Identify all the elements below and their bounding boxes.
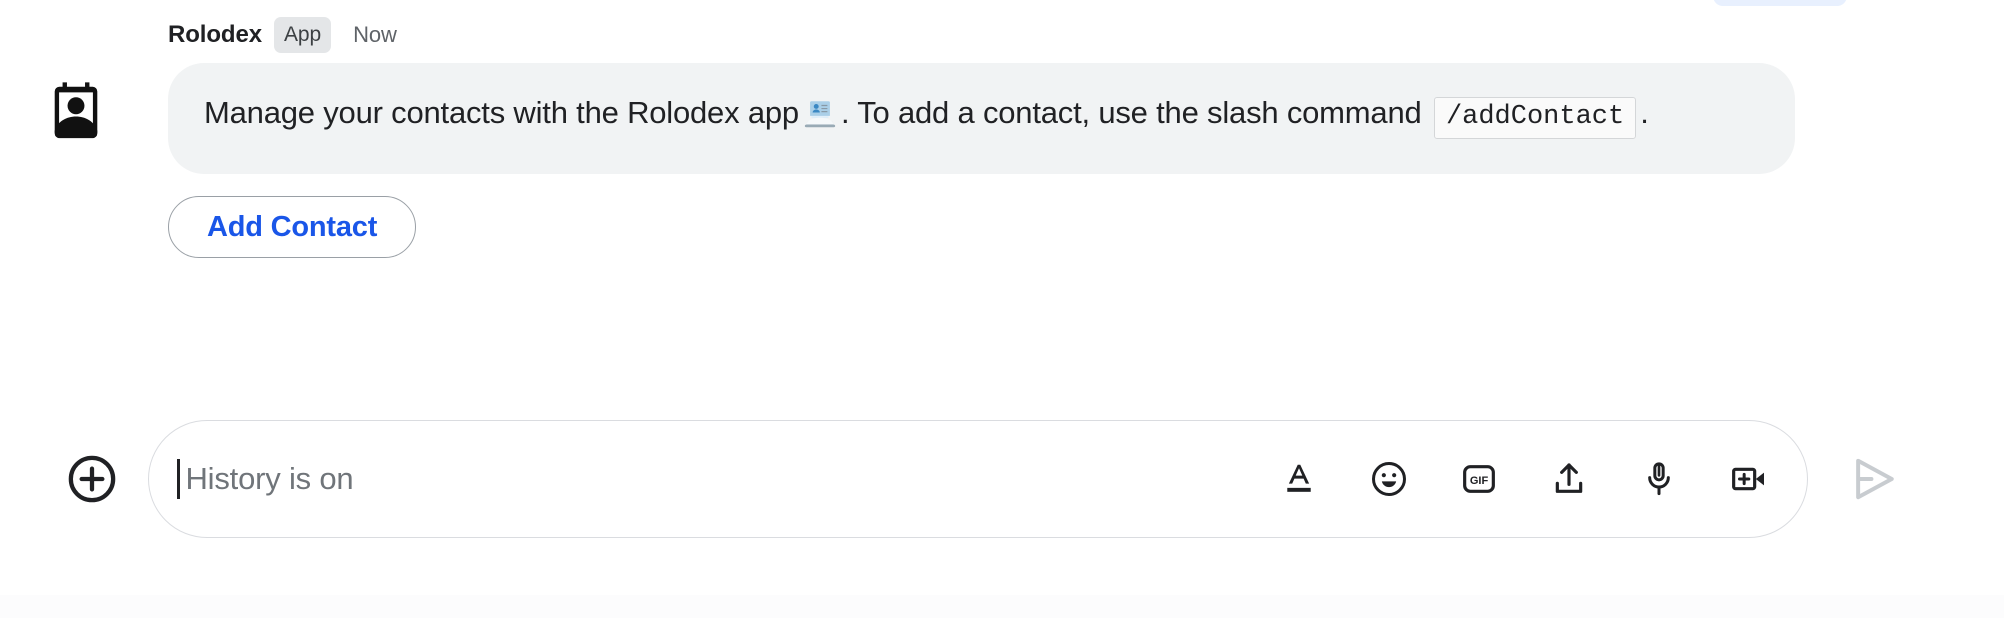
add-contact-button[interactable]: Add Contact [168, 196, 417, 258]
video-add-icon[interactable] [1727, 457, 1771, 501]
contact-card-icon [41, 76, 111, 146]
format-text-icon[interactable] [1277, 457, 1321, 501]
app-badge: App [273, 17, 332, 53]
message-content: Rolodex App Now Manage your contacts wit… [168, 17, 1795, 258]
message-text-part-2: . To add a contact, use the slash comman… [840, 95, 1422, 130]
message-bubble: Manage your contacts with the Rolodex ap… [168, 63, 1795, 174]
upload-icon[interactable] [1547, 457, 1591, 501]
emoji-icon[interactable] [1367, 457, 1411, 501]
bottom-divider [0, 595, 2004, 618]
top-partial-chip [1713, 0, 1847, 6]
card-index-emoji [803, 97, 837, 144]
text-caret [177, 459, 180, 499]
message-text-part-3: . [1640, 95, 1649, 130]
svg-text:GIF: GIF [1470, 475, 1489, 487]
message-input[interactable]: History is on [186, 461, 1278, 497]
slash-command-chip: /addContact [1433, 97, 1637, 139]
composer-tools: GIF [1277, 457, 1771, 501]
message-timestamp: Now [353, 22, 397, 47]
message-input-wrapper[interactable]: History is on GIF [148, 420, 1808, 538]
message-composer: History is on GIF [0, 418, 2004, 540]
message-text-part-1: Manage your contacts with the Rolodex ap… [204, 95, 799, 130]
message-header: Rolodex App Now [168, 17, 1795, 53]
microphone-icon[interactable] [1637, 457, 1681, 501]
send-icon[interactable] [1846, 451, 1902, 507]
avatar [40, 75, 112, 147]
sender-name: Rolodex [168, 21, 262, 48]
plus-circle-icon[interactable] [64, 451, 120, 507]
gif-icon[interactable]: GIF [1457, 457, 1501, 501]
